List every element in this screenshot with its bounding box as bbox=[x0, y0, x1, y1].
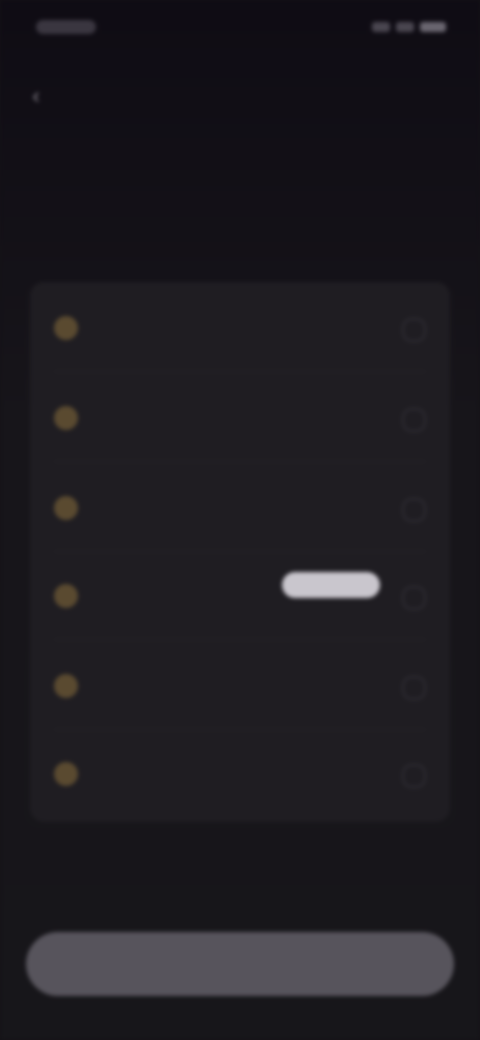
option-label bbox=[92, 496, 232, 520]
option-row[interactable] bbox=[30, 464, 450, 552]
radio-button[interactable] bbox=[402, 586, 426, 610]
radio-button[interactable] bbox=[402, 408, 426, 432]
option-icon bbox=[54, 496, 78, 520]
option-icon bbox=[54, 674, 78, 698]
options-card bbox=[30, 282, 450, 822]
highlight-pill bbox=[282, 572, 380, 598]
row-divider bbox=[54, 639, 426, 640]
option-label bbox=[92, 674, 232, 698]
status-time bbox=[36, 20, 96, 34]
status-icons bbox=[372, 22, 446, 32]
radio-button[interactable] bbox=[402, 498, 426, 522]
battery-icon bbox=[420, 22, 446, 32]
status-bar bbox=[0, 0, 480, 60]
chevron-left-icon[interactable]: ‹ bbox=[24, 84, 48, 108]
option-icon bbox=[54, 406, 78, 430]
option-row[interactable] bbox=[30, 374, 450, 462]
signal-icon bbox=[372, 22, 390, 32]
radio-button[interactable] bbox=[402, 318, 426, 342]
option-icon bbox=[54, 762, 78, 786]
option-row[interactable] bbox=[30, 730, 450, 818]
option-icon bbox=[54, 584, 78, 608]
app-screen: ‹ bbox=[0, 0, 480, 1040]
radio-button[interactable] bbox=[402, 676, 426, 700]
row-divider bbox=[54, 461, 426, 462]
wifi-icon bbox=[396, 22, 414, 32]
option-label bbox=[92, 584, 232, 608]
option-row[interactable] bbox=[30, 642, 450, 730]
header-title bbox=[76, 84, 236, 108]
row-divider bbox=[54, 371, 426, 372]
continue-button[interactable] bbox=[26, 932, 454, 996]
option-row[interactable] bbox=[30, 284, 450, 372]
option-label bbox=[92, 762, 232, 786]
option-label bbox=[92, 316, 232, 340]
option-icon bbox=[54, 316, 78, 340]
page-subtext bbox=[28, 200, 452, 256]
option-row[interactable] bbox=[30, 552, 450, 640]
page-headline bbox=[40, 150, 440, 190]
header: ‹ bbox=[0, 70, 480, 120]
radio-button[interactable] bbox=[402, 764, 426, 788]
option-label bbox=[92, 406, 232, 430]
